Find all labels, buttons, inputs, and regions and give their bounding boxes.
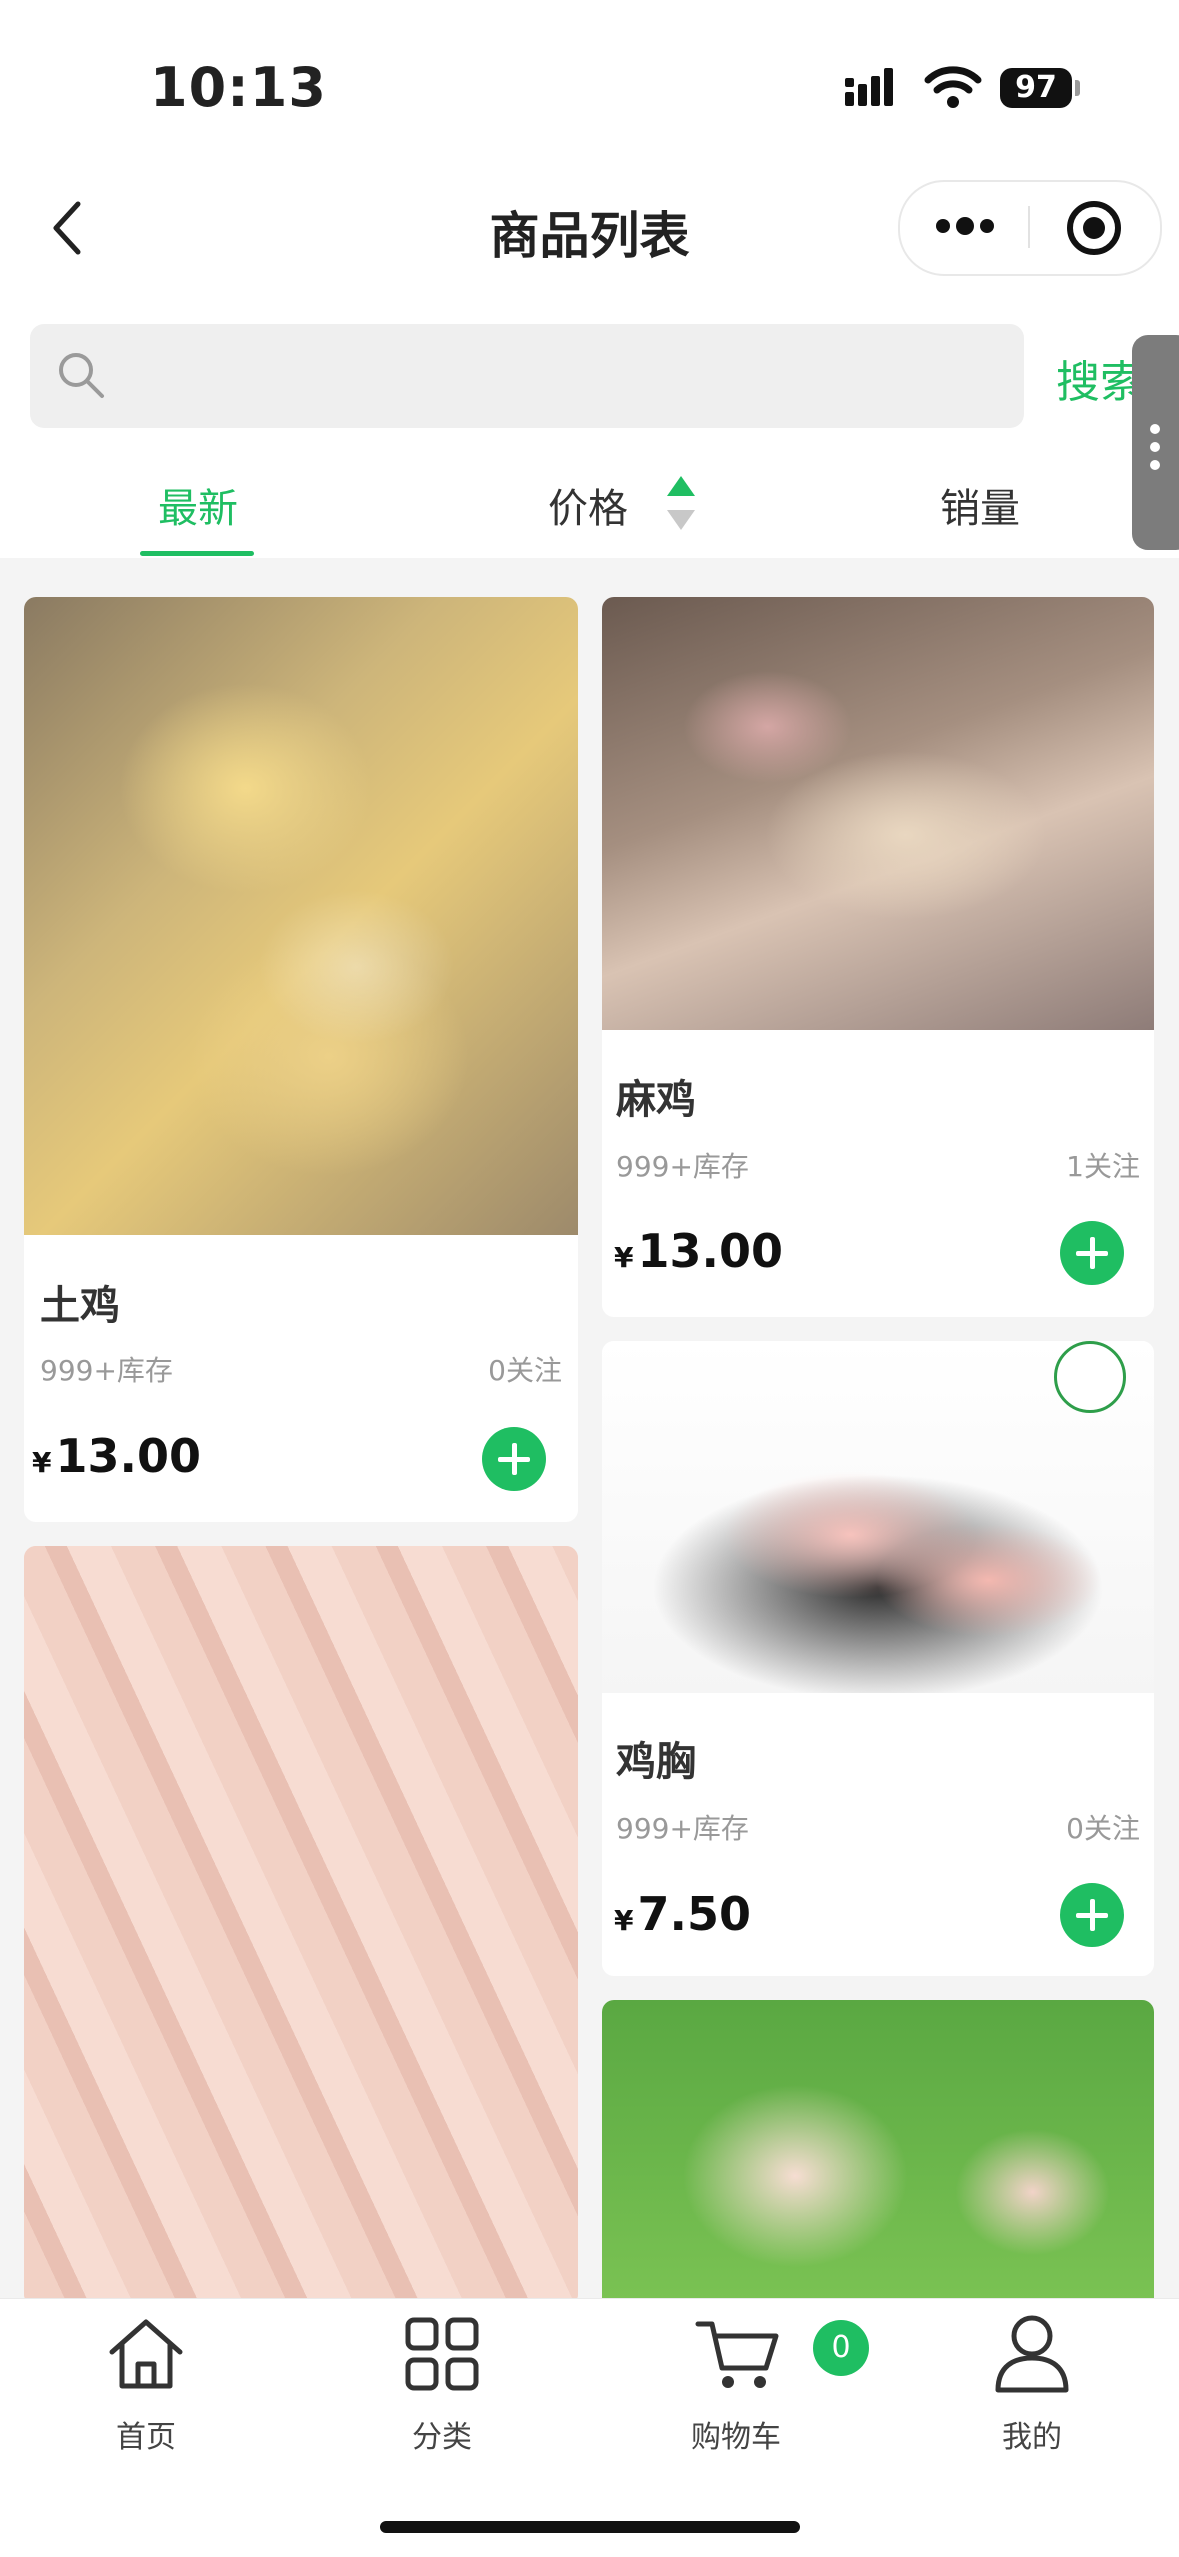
product-follows: 0关注 bbox=[1066, 1812, 1140, 1845]
search-input[interactable] bbox=[30, 324, 1024, 428]
product-image bbox=[24, 1546, 578, 2306]
tab-me-label[interactable]: 我的 bbox=[952, 2412, 1112, 2456]
signal-icon bbox=[845, 68, 893, 106]
cart-icon[interactable] bbox=[694, 2314, 782, 2394]
add-to-cart-button[interactable] bbox=[1060, 1221, 1124, 1285]
add-to-cart-button[interactable] bbox=[482, 1427, 546, 1491]
product-price: ¥13.00 bbox=[614, 1224, 783, 1278]
home-icon[interactable] bbox=[106, 2314, 186, 2394]
product-card[interactable]: 麻鸡 999+库存 1关注 ¥13.00 bbox=[602, 597, 1154, 1317]
tab-category-label[interactable]: 分类 bbox=[362, 2412, 522, 2456]
product-image bbox=[602, 2000, 1154, 2320]
product-follows: 1关注 bbox=[1066, 1150, 1140, 1183]
product-stock: 999+库存 bbox=[40, 1354, 173, 1387]
product-card[interactable] bbox=[24, 1546, 578, 2306]
product-price: ¥7.50 bbox=[614, 1887, 751, 1941]
product-stock: 999+库存 bbox=[616, 1812, 749, 1845]
product-name: 土鸡 bbox=[40, 1283, 120, 1329]
product-name: 鸡胸 bbox=[616, 1739, 696, 1785]
battery-indicator: 97 bbox=[1000, 68, 1072, 108]
handle-dot bbox=[1150, 460, 1160, 470]
tab-price[interactable]: 价格 bbox=[508, 476, 668, 534]
halal-logo bbox=[1054, 1341, 1126, 1413]
product-image bbox=[24, 597, 578, 1235]
wifi-icon bbox=[924, 66, 982, 108]
product-image bbox=[602, 597, 1154, 1030]
home-indicator bbox=[380, 2521, 800, 2533]
battery-nub bbox=[1075, 80, 1080, 96]
handle-dot bbox=[1150, 442, 1160, 452]
status-time: 10:13 bbox=[150, 56, 327, 119]
product-card[interactable]: 土鸡 999+库存 0关注 ¥13.00 bbox=[24, 597, 578, 1522]
close-target-icon[interactable] bbox=[1064, 198, 1124, 258]
product-stock: 999+库存 bbox=[616, 1150, 749, 1183]
user-icon[interactable] bbox=[992, 2310, 1072, 2394]
tab-cart-label[interactable]: 购物车 bbox=[656, 2412, 816, 2456]
tab-active-underline bbox=[140, 551, 254, 556]
more-icon[interactable] bbox=[934, 212, 996, 240]
search-icon bbox=[59, 353, 104, 398]
tab-home-label[interactable]: 首页 bbox=[66, 2412, 226, 2456]
product-image bbox=[602, 1341, 1154, 1693]
capsule-divider bbox=[1028, 206, 1030, 248]
sort-arrows-icon[interactable] bbox=[664, 474, 698, 532]
product-follows: 0关注 bbox=[488, 1354, 562, 1387]
product-name: 麻鸡 bbox=[616, 1077, 696, 1123]
add-to-cart-button[interactable] bbox=[1060, 1883, 1124, 1947]
product-card[interactable]: 鸡胸 999+库存 0关注 ¥7.50 bbox=[602, 1341, 1154, 1976]
tab-sales[interactable]: 销量 bbox=[900, 476, 1060, 534]
category-grid-icon[interactable] bbox=[402, 2314, 482, 2394]
tab-newest[interactable]: 最新 bbox=[118, 476, 278, 534]
search-button[interactable]: 搜索 bbox=[1056, 346, 1144, 410]
cart-count-badge: 0 bbox=[813, 2320, 869, 2376]
handle-dot bbox=[1150, 424, 1160, 434]
product-price: ¥13.00 bbox=[32, 1429, 201, 1483]
product-card[interactable] bbox=[602, 2000, 1154, 2320]
